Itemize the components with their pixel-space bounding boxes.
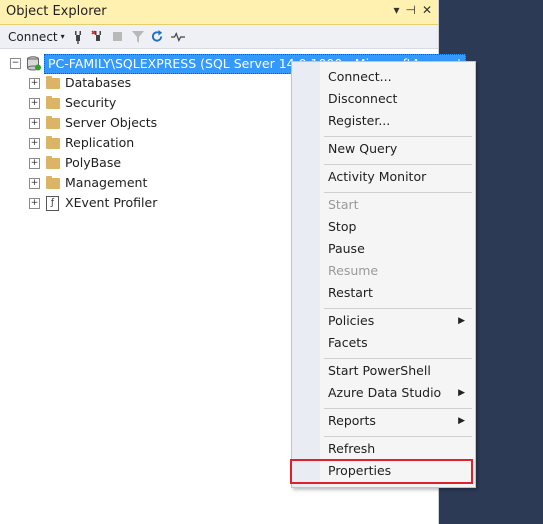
menu-item-restart[interactable]: Restart [292, 282, 475, 304]
expand-icon[interactable]: + [29, 158, 40, 169]
connect-button[interactable]: Connect ▾ [8, 30, 65, 44]
menu-item-label: Reports [328, 413, 376, 428]
connect-label: Connect [8, 29, 58, 44]
menu-separator [324, 192, 472, 193]
panel-title: Object Explorer [6, 4, 107, 19]
properties-highlight-box [290, 459, 473, 484]
menu-item-label: New Query [328, 141, 398, 156]
menu-item-start-powershell[interactable]: Start PowerShell [292, 360, 475, 382]
expand-icon[interactable]: + [29, 138, 40, 149]
chevron-down-icon: ▾ [60, 32, 65, 41]
folder-icon [46, 156, 60, 169]
tree-node-label: Server Objects [65, 115, 158, 130]
menu-item-pause[interactable]: Pause [292, 238, 475, 260]
stop-icon[interactable] [111, 30, 125, 44]
expand-icon[interactable]: + [29, 98, 40, 109]
xevent-profiler-icon: ƒ [46, 196, 59, 211]
menu-separator [324, 408, 472, 409]
collapse-icon[interactable]: − [10, 58, 21, 69]
folder-icon [46, 76, 60, 89]
tree-node-label: PolyBase [65, 155, 122, 170]
expand-icon[interactable]: + [29, 118, 40, 129]
menu-item-facets[interactable]: Facets [292, 332, 475, 354]
menu-item-reports[interactable]: Reports ▶ [292, 410, 475, 432]
menu-item-activity-monitor[interactable]: Activity Monitor [292, 166, 475, 188]
menu-item-refresh[interactable]: Refresh [292, 438, 475, 460]
tree-node-label: Replication [65, 135, 135, 150]
menu-separator [324, 358, 472, 359]
menu-item-start: Start [292, 194, 475, 216]
menu-item-label: Refresh [328, 441, 376, 456]
connect-object-explorer-icon[interactable] [71, 30, 85, 44]
tree-node-label: Databases [65, 75, 132, 90]
folder-icon [46, 136, 60, 149]
refresh-icon[interactable] [151, 30, 165, 44]
panel-titlebar: Object Explorer ▾ ⊣ ✕ [0, 0, 438, 25]
menu-item-label: Connect... [328, 69, 392, 84]
title-controls: ▾ ⊣ ✕ [393, 3, 432, 17]
submenu-arrow-icon: ▶ [458, 388, 465, 398]
close-icon[interactable]: ✕ [422, 3, 432, 17]
folder-icon [46, 96, 60, 109]
expand-icon[interactable]: + [29, 198, 40, 209]
submenu-arrow-icon: ▶ [458, 316, 465, 326]
menu-item-label: Stop [328, 219, 357, 234]
menu-item-label: Disconnect [328, 91, 398, 106]
menu-separator [324, 136, 472, 137]
menu-item-label: Resume [328, 263, 379, 278]
menu-item-label: Activity Monitor [328, 169, 427, 184]
server-context-menu: Connect... Disconnect Register... New Qu… [291, 61, 476, 488]
disconnect-icon[interactable] [91, 29, 105, 44]
filter-icon[interactable] [131, 30, 145, 44]
explorer-toolbar: Connect ▾ [0, 25, 438, 49]
menu-item-stop[interactable]: Stop [292, 216, 475, 238]
menu-separator [324, 436, 472, 437]
pin-icon[interactable]: ⊣ [405, 3, 415, 17]
tree-node-label: XEvent Profiler [65, 195, 158, 210]
menu-item-policies[interactable]: Policies ▶ [292, 310, 475, 332]
menu-separator [324, 164, 472, 165]
server-connected-icon [27, 56, 41, 71]
menu-item-resume: Resume [292, 260, 475, 282]
activity-monitor-icon[interactable] [170, 30, 185, 44]
submenu-arrow-icon: ▶ [458, 416, 465, 426]
tree-node-label: Security [65, 95, 117, 110]
folder-icon [46, 176, 60, 189]
expand-icon[interactable]: + [29, 78, 40, 89]
menu-item-label: Start PowerShell [328, 363, 431, 378]
menu-item-disconnect[interactable]: Disconnect [292, 88, 475, 110]
menu-item-connect[interactable]: Connect... [292, 66, 475, 88]
menu-item-azure-data-studio[interactable]: Azure Data Studio ▶ [292, 382, 475, 404]
menu-item-label: Pause [328, 241, 365, 256]
expand-icon[interactable]: + [29, 178, 40, 189]
menu-item-label: Restart [328, 285, 373, 300]
menu-separator [324, 308, 472, 309]
menu-item-label: Policies [328, 313, 375, 328]
tree-node-label: Management [65, 175, 148, 190]
menu-item-label: Start [328, 197, 359, 212]
menu-item-label: Facets [328, 335, 368, 350]
window-position-icon[interactable]: ▾ [393, 3, 399, 17]
folder-icon [46, 116, 60, 129]
menu-item-register[interactable]: Register... [292, 110, 475, 132]
menu-item-label: Azure Data Studio [328, 385, 442, 400]
menu-item-new-query[interactable]: New Query [292, 138, 475, 160]
menu-item-label: Register... [328, 113, 391, 128]
